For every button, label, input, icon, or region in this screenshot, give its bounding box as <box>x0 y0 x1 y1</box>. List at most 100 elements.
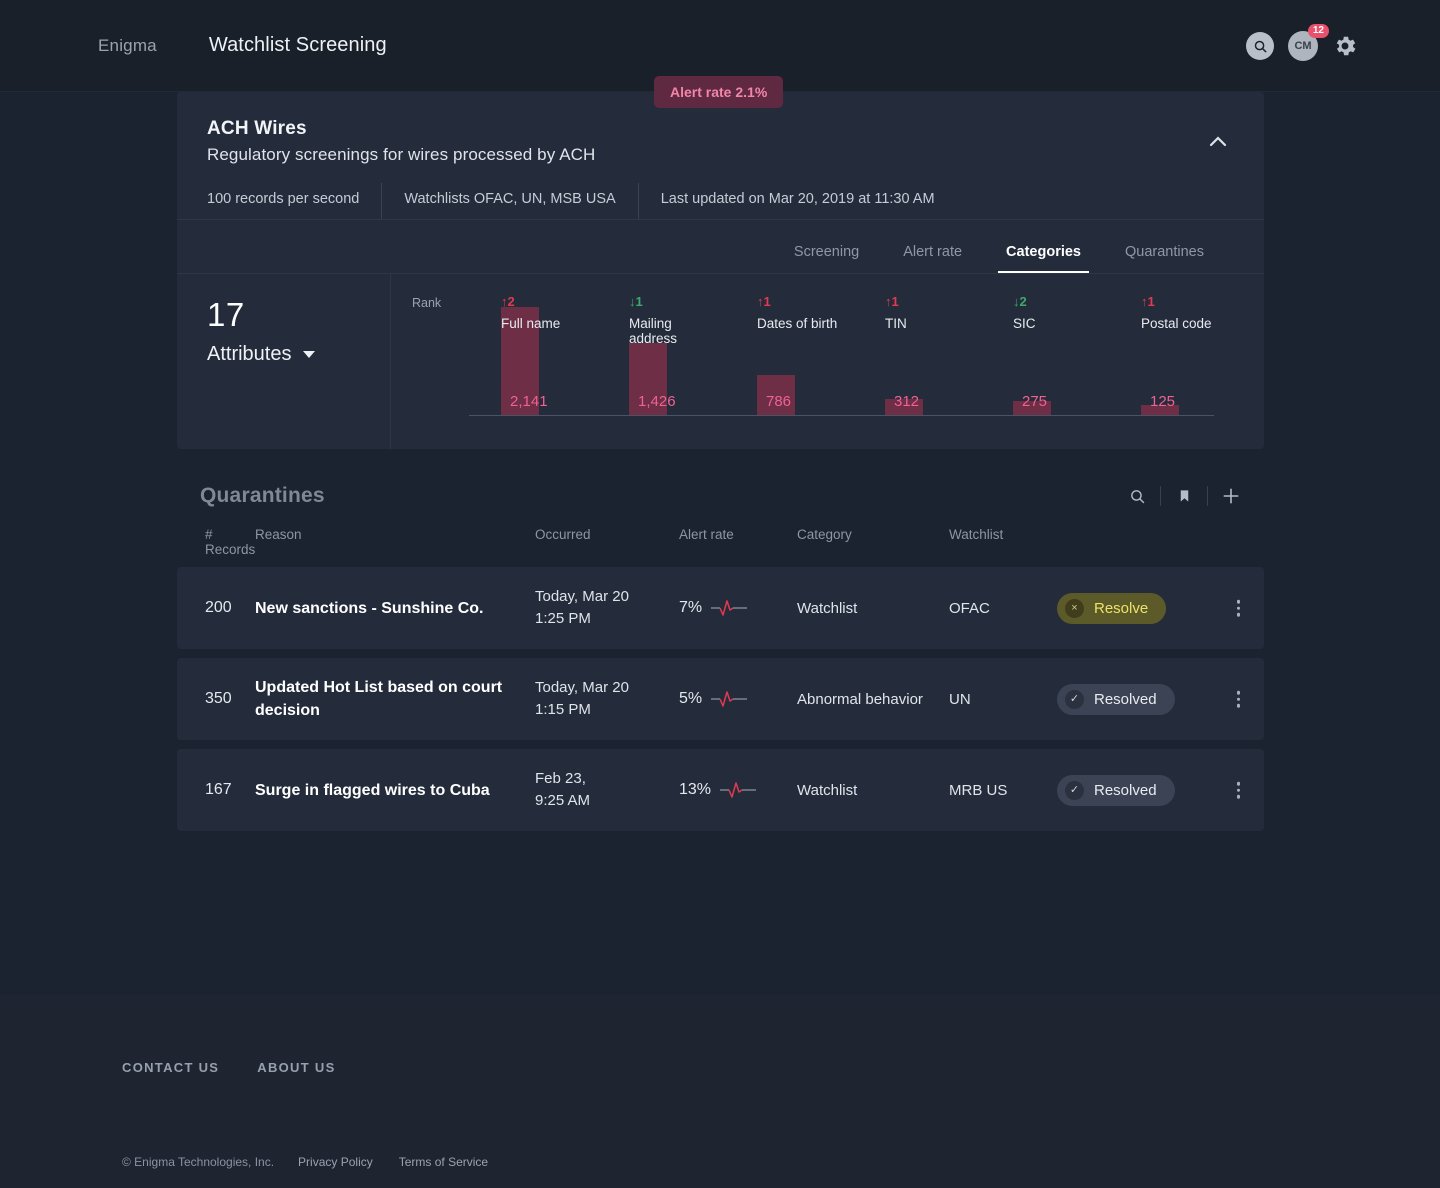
column-header-records: # Records <box>205 527 256 557</box>
occurred-time: 1:25 PM <box>535 610 591 627</box>
resolve-button[interactable]: × Resolve <box>1057 592 1167 624</box>
quarantines-search-button[interactable] <box>1114 481 1160 511</box>
resolved-status-button[interactable]: ✓ Resolved <box>1057 774 1175 806</box>
meta-records-rate: 100 records per second <box>207 191 360 207</box>
occurred-time: 1:15 PM <box>535 701 591 718</box>
sparkline-icon <box>711 600 748 616</box>
quarantines-add-button[interactable] <box>1208 481 1254 511</box>
cell-reason: Updated Hot List based on court decision <box>255 679 503 719</box>
chart-bar-value: 275 <box>1022 393 1048 410</box>
cell-watchlist: OFAC <box>949 599 990 617</box>
footer-link-terms-of-service[interactable]: Terms of Service <box>399 1155 488 1169</box>
cell-watchlist: MRB US <box>949 781 1008 799</box>
notification-badge: 12 <box>1307 24 1329 38</box>
column-header-actions <box>1049 527 1264 557</box>
meta-last-updated: Last updated on Mar 20, 2019 at 11:30 AM <box>637 183 957 219</box>
search-icon <box>1130 489 1144 503</box>
check-icon: ✓ <box>1065 689 1084 709</box>
sparkline-icon <box>711 691 748 707</box>
chart-bar-group[interactable]: ↑1 Postal code 125 <box>1141 274 1269 449</box>
quarantines-table: 200 New sanctions - Sunshine Co. Today, Ma… <box>177 567 1264 831</box>
occurred-day: Feb 23, <box>535 770 586 787</box>
tab-screening[interactable]: Screening <box>772 244 881 273</box>
column-header-watchlist: Watchlist <box>949 527 1004 542</box>
attributes-selector[interactable]: Attributes <box>207 343 390 366</box>
gear-icon[interactable] <box>1332 33 1358 59</box>
page-title: Watchlist Screening <box>208 34 387 56</box>
attributes-summary: 17 Attributes <box>177 274 391 449</box>
chevron-up-icon[interactable] <box>1206 130 1230 154</box>
cell-reason: New sanctions - Sunshine Co. <box>255 599 484 617</box>
chart-category-label: Full name <box>501 316 561 331</box>
footer-link-privacy-policy[interactable]: Privacy Policy <box>298 1155 373 1169</box>
rank-axis-label: Rank <box>412 296 442 310</box>
chart-bar-group[interactable]: ↑2 Full name 2,141 <box>501 274 629 449</box>
chart-bar-value: 2,141 <box>510 393 548 410</box>
quarantines-title: Quarantines <box>200 484 325 507</box>
chevron-down-icon <box>303 351 316 358</box>
tab-alert-rate[interactable]: Alert rate <box>881 244 984 273</box>
occurred-day: Today, Mar 20 <box>535 679 629 696</box>
meta-watchlists: Watchlists OFAC, UN, MSB USA <box>381 183 637 219</box>
cell-records: 167 <box>205 781 232 798</box>
cell-occurred: Today, Mar 20 1:15 PM <box>535 677 679 721</box>
cell-category: Watchlist <box>797 781 858 799</box>
chart-bar-value: 125 <box>1150 393 1176 410</box>
categories-bar-chart: Rank ↑2 Full name 2,141 ↓1 Mailing address 1,… <box>391 274 1264 449</box>
column-header-occurred: Occurred <box>535 527 591 542</box>
column-header-alert-rate: Alert rate <box>679 527 734 542</box>
resolved-status-button[interactable]: ✓ Resolved <box>1057 683 1175 715</box>
search-button[interactable] <box>1246 32 1274 60</box>
alert-rate-value: 7% <box>679 599 703 616</box>
cell-category: Abnormal behavior <box>797 690 923 708</box>
quarantines-actions <box>1114 481 1254 511</box>
chart-bar-group[interactable]: ↓2 SIC 275 <box>1013 274 1141 449</box>
tab-quarantines[interactable]: Quarantines <box>1103 244 1226 273</box>
card-header: ACH Wires Regulatory screenings for wire… <box>177 92 1264 219</box>
chart-bar-group[interactable]: ↓1 Mailing address 1,426 <box>629 274 757 449</box>
footer-link-about-us[interactable]: ABOUT US <box>257 1060 335 1075</box>
row-menu-button[interactable] <box>1236 690 1240 708</box>
alert-rate-badge: Alert rate 2.1% <box>654 76 784 108</box>
cell-reason: Surge in flagged wires to Cuba <box>255 781 490 799</box>
rank-up-icon: ↑1 <box>1141 294 1155 309</box>
cell-records: 200 <box>205 599 232 616</box>
card-meta-row: 100 records per second Watchlists OFAC, … <box>207 183 1234 219</box>
cell-category: Watchlist <box>797 599 858 617</box>
tab-categories[interactable]: Categories <box>984 244 1103 273</box>
column-header-reason: Reason <box>255 527 302 542</box>
quarantines-bookmark-button[interactable] <box>1161 481 1207 511</box>
action-label: Resolved <box>1094 690 1157 708</box>
alert-rate-value: 5% <box>679 690 703 707</box>
cell-action: ✓ Resolved <box>1049 774 1264 806</box>
quarantines-column-headers: # Records Reason Occurred Alert rate Cat… <box>177 527 1264 567</box>
chart-category-label: Postal code <box>1141 316 1212 331</box>
card-title: ACH Wires <box>207 118 307 139</box>
chart-bar-group[interactable]: ↑1 Dates of birth 786 <box>757 274 885 449</box>
row-menu-button[interactable] <box>1236 781 1240 799</box>
rank-up-icon: ↑1 <box>885 294 899 309</box>
page-footer: CONTACT US ABOUT US © Enigma Technologie… <box>0 995 1440 1188</box>
cell-alert-rate: 13% <box>679 781 797 799</box>
chart-category-label: Dates of birth <box>757 316 838 331</box>
cell-watchlist: UN <box>949 690 971 708</box>
chart-bar-group[interactable]: ↑1 TIN 312 <box>885 274 1013 449</box>
avatar[interactable]: CM 12 <box>1288 24 1329 61</box>
attributes-count: 17 <box>207 296 245 333</box>
chart-bar-value: 312 <box>894 393 920 410</box>
footer-link-contact-us[interactable]: CONTACT US <box>122 1060 219 1075</box>
brand-logo[interactable]: Enigma <box>98 36 157 56</box>
chart-category-label: SIC <box>1013 316 1036 331</box>
footer-links: CONTACT US ABOUT US <box>122 1060 336 1075</box>
cell-records: 350 <box>205 690 232 707</box>
chart-bar-value: 1,426 <box>638 393 676 410</box>
rank-down-icon: ↓2 <box>1013 294 1027 309</box>
sparkline-icon <box>720 782 757 798</box>
table-row[interactable]: 167 Surge in flagged wires to Cuba Feb 23,… <box>177 749 1264 831</box>
quarantines-section: Quarantines # Records Reason Occurred Al… <box>177 465 1264 840</box>
table-row[interactable]: 350 Updated Hot List based on court decis… <box>177 658 1264 740</box>
table-row[interactable]: 200 New sanctions - Sunshine Co. Today, Ma… <box>177 567 1264 649</box>
topbar-actions: CM 12 <box>1246 0 1358 92</box>
row-menu-button[interactable] <box>1236 599 1240 617</box>
alert-rate-value: 13% <box>679 781 712 798</box>
